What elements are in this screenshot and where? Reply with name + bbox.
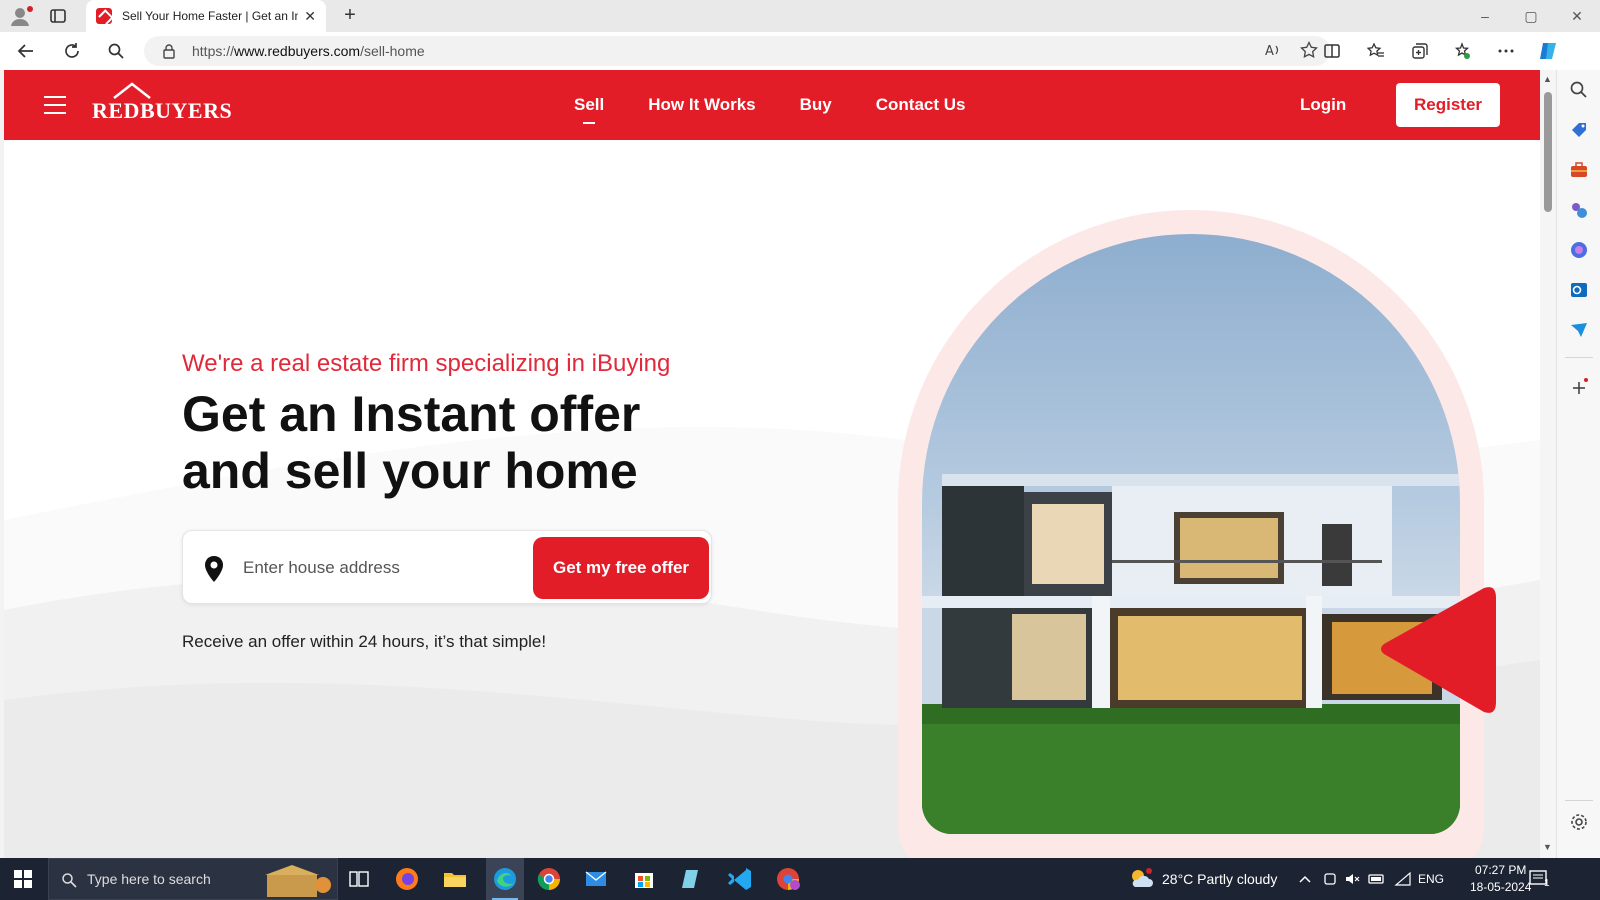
read-aloud-icon[interactable]: A bbox=[1264, 41, 1282, 64]
url-text[interactable]: https://www.redbuyers.com/sell-home bbox=[192, 43, 425, 59]
tab-redbuyers[interactable]: Sell Your Home Faster | Get an In ✕ bbox=[86, 0, 326, 32]
weather-widget[interactable]: 28°C Partly cloudy bbox=[1128, 858, 1277, 900]
battery-icon[interactable] bbox=[1368, 858, 1386, 900]
redbuyers-favicon-icon bbox=[96, 8, 112, 24]
scroll-thumb[interactable] bbox=[1544, 92, 1552, 212]
close-window-button[interactable]: ✕ bbox=[1554, 0, 1600, 32]
nav-link-buy[interactable]: Buy bbox=[800, 95, 832, 115]
microsoft-store-icon[interactable] bbox=[630, 865, 658, 893]
address-bar[interactable]: https://www.redbuyers.com/sell-home A bbox=[144, 36, 1330, 66]
refresh-icon[interactable] bbox=[58, 37, 86, 65]
sidebar-games-icon[interactable] bbox=[1569, 200, 1589, 220]
show-hidden-icons-icon[interactable] bbox=[1298, 858, 1312, 900]
tab-title: Sell Your Home Faster | Get an In bbox=[122, 9, 299, 23]
task-view-icon[interactable] bbox=[345, 865, 373, 893]
sidebar-outlook-icon[interactable] bbox=[1569, 280, 1589, 300]
site-navbar: REDBUYERS Sell How It Works Buy Contact … bbox=[4, 70, 1540, 140]
chrome-profile-icon[interactable] bbox=[774, 865, 802, 893]
taskbar-search-box[interactable]: Type here to search bbox=[48, 858, 338, 900]
address-search-box: Get my free offer bbox=[182, 530, 712, 604]
sidebar-add-icon[interactable] bbox=[1569, 378, 1589, 398]
file-explorer-icon[interactable] bbox=[441, 865, 469, 893]
nav-link-sell[interactable]: Sell bbox=[574, 95, 604, 115]
more-options-icon[interactable] bbox=[1492, 37, 1520, 65]
maximize-button[interactable]: ▢ bbox=[1508, 0, 1554, 32]
nav-links: Sell How It Works Buy Contact Us bbox=[574, 70, 965, 140]
chrome-icon[interactable] bbox=[535, 865, 563, 893]
windows-taskbar: Type here to search 28°C Partly cloudy E… bbox=[0, 858, 1600, 900]
register-button[interactable]: Register bbox=[1396, 83, 1500, 127]
house-image bbox=[922, 234, 1460, 834]
notepad-icon[interactable] bbox=[678, 865, 706, 893]
get-free-offer-button[interactable]: Get my free offer bbox=[533, 537, 709, 599]
tab-actions-icon[interactable] bbox=[46, 4, 70, 28]
partly-cloudy-icon bbox=[1132, 868, 1153, 887]
notification-count: 1 bbox=[1544, 878, 1550, 889]
vscode-icon[interactable] bbox=[726, 865, 754, 893]
page-scrollbar[interactable]: ▲ ▼ bbox=[1540, 70, 1556, 858]
browser-toolbar: https://www.redbuyers.com/sell-home A bbox=[0, 32, 1600, 70]
sidebar-send-icon[interactable] bbox=[1569, 320, 1589, 340]
hero-subtitle: We're a real estate firm specializing in… bbox=[182, 350, 671, 377]
nav-link-how-it-works[interactable]: How It Works bbox=[648, 95, 755, 115]
sidebar-shopping-icon[interactable] bbox=[1569, 120, 1589, 140]
favorite-star-icon[interactable] bbox=[1300, 40, 1318, 64]
volume-muted-icon[interactable] bbox=[1344, 858, 1360, 900]
house-address-input[interactable] bbox=[243, 553, 523, 583]
sidebar-tools-icon[interactable] bbox=[1569, 160, 1589, 180]
meet-now-icon[interactable] bbox=[1322, 858, 1338, 900]
browser-essentials-icon[interactable] bbox=[1448, 37, 1476, 65]
split-screen-icon[interactable] bbox=[1318, 37, 1346, 65]
wifi-icon[interactable] bbox=[1394, 858, 1412, 900]
scroll-down-arrow-icon[interactable]: ▼ bbox=[1543, 842, 1552, 852]
edge-taskbar-icon[interactable] bbox=[486, 858, 524, 900]
mail-icon[interactable] bbox=[582, 865, 610, 893]
sidebar-settings-icon[interactable] bbox=[1569, 812, 1589, 832]
taskbar-search-icon bbox=[62, 873, 77, 888]
browser-tab-bar: Sell Your Home Faster | Get an In ✕ + – … bbox=[0, 0, 1600, 32]
windows-start-icon[interactable] bbox=[14, 870, 32, 888]
nav-link-contact-us[interactable]: Contact Us bbox=[876, 95, 966, 115]
webpage: REDBUYERS Sell How It Works Buy Contact … bbox=[4, 70, 1540, 858]
firefox-icon[interactable] bbox=[393, 865, 421, 893]
copilot-icon[interactable] bbox=[1534, 37, 1562, 65]
minimize-button[interactable]: – bbox=[1462, 0, 1508, 32]
profile-icon[interactable] bbox=[8, 4, 34, 28]
svg-text:A: A bbox=[1265, 44, 1274, 59]
back-arrow-icon[interactable] bbox=[12, 37, 40, 65]
taskbar-clock[interactable]: 07:27 PM 18-05-2024 bbox=[1470, 862, 1531, 896]
hero-title: Get an Instant offer and sell your home bbox=[182, 386, 641, 499]
edge-sidebar bbox=[1556, 70, 1600, 858]
hamburger-menu-icon[interactable] bbox=[44, 96, 66, 114]
notifications-icon[interactable]: 1 bbox=[1528, 858, 1556, 900]
location-pin-icon bbox=[203, 555, 225, 588]
close-tab-icon[interactable]: ✕ bbox=[304, 8, 316, 25]
collections-icon[interactable] bbox=[1406, 37, 1434, 65]
scroll-up-arrow-icon[interactable]: ▲ bbox=[1543, 74, 1552, 84]
sidebar-m365-icon[interactable] bbox=[1569, 240, 1589, 260]
sidebar-search-icon[interactable] bbox=[1569, 80, 1589, 100]
search-icon[interactable] bbox=[102, 37, 130, 65]
login-link[interactable]: Login bbox=[1300, 95, 1346, 115]
search-highlight-icon bbox=[265, 865, 331, 897]
hero-note: Receive an offer within 24 hours, it’s t… bbox=[182, 632, 547, 651]
play-triangle-icon[interactable] bbox=[1374, 584, 1504, 714]
language-indicator[interactable]: ENG bbox=[1418, 858, 1444, 900]
new-tab-button[interactable]: + bbox=[338, 4, 362, 28]
favorites-icon[interactable] bbox=[1362, 37, 1390, 65]
lock-icon[interactable] bbox=[162, 43, 176, 64]
